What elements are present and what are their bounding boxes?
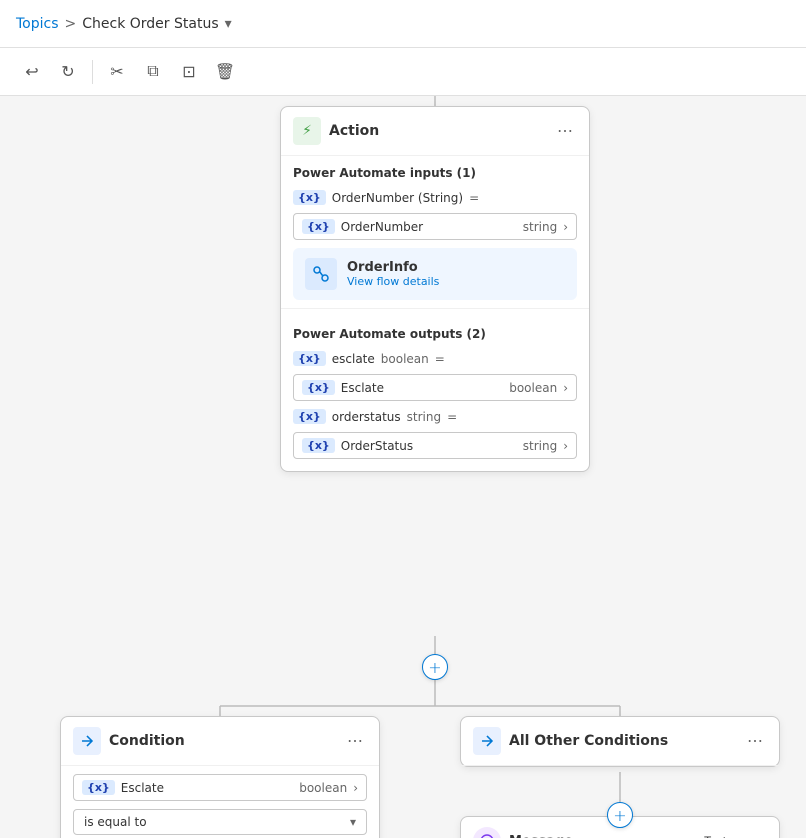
other-node-menu[interactable]: ⋯ [743,729,767,753]
delete-button[interactable]: 🗑 [209,56,241,88]
message-type-chevron: ▾ [729,834,735,838]
output-field2-name: OrderStatus [341,439,517,453]
input-param-eq: = [469,191,479,205]
message-node-header: 😊 Message Text ▾ ⋯ [473,827,767,838]
orderinfo-title: OrderInfo [347,260,439,275]
condition-operator-row[interactable]: is equal to ▾ [73,809,367,835]
condition-icon [73,727,101,755]
condition-operator-chevron: ▾ [350,815,356,829]
output-field1-row[interactable]: {x} Esclate boolean › [293,374,577,401]
output-field2-chevron: › [563,439,568,453]
output-param1-row: {x} esclate boolean = [281,347,589,370]
action-node: ⚡ Action ⋯ Power Automate inputs (1) {x}… [280,106,590,472]
input-field-row[interactable]: {x} OrderNumber string › [293,213,577,240]
input-param-badge: {x} [293,190,326,205]
other-node-title: All Other Conditions [509,733,735,749]
topbar: Topics > Check Order Status ▾ [0,0,806,48]
output-field2-row[interactable]: {x} OrderStatus string › [293,432,577,459]
action-icon: ⚡ [293,117,321,145]
input-param-name: OrderNumber (String) [332,191,463,205]
input-field-name: OrderNumber [341,220,517,234]
output-param2-eq: = [447,410,457,424]
message-node-title: Message [509,834,696,838]
toolbar-divider [92,60,93,84]
outputs-section-title: Power Automate outputs (2) [281,317,589,347]
other-node-icon [473,727,501,755]
condition-node: Condition ⋯ {x} Esclate boolean › is equ… [60,716,380,838]
output-param2-type: string [407,410,441,424]
output-param1-name: esclate [332,352,375,366]
output-field2-type: string [523,439,557,453]
condition-field-chevron: › [353,781,358,795]
condition-node-header: Condition ⋯ [61,717,379,766]
orderinfo-text: OrderInfo View flow details [347,260,439,288]
breadcrumb-separator: > [65,16,77,32]
view-flow-details-link[interactable]: View flow details [347,275,439,288]
add-in-other-conditions-button[interactable]: + [607,802,633,828]
condition-field-row[interactable]: {x} Esclate boolean › [73,774,367,801]
message-node-menu[interactable]: ⋯ [743,829,767,838]
input-field-chevron: › [563,220,568,234]
condition-node-title: Condition [109,733,335,749]
output-param2-row: {x} orderstatus string = [281,405,589,428]
output-param2-name: orderstatus [332,410,401,424]
other-node-header: All Other Conditions ⋯ [461,717,779,766]
orderinfo-icon [305,258,337,290]
input-field-badge: {x} [302,219,335,234]
condition-operator-text: is equal to [84,815,147,829]
output-field1-name: Esclate [341,381,503,395]
inputs-section-title: Power Automate inputs (1) [281,156,589,186]
other-conditions-node: All Other Conditions ⋯ [460,716,780,767]
output-field2-badge: {x} [302,438,335,453]
condition-node-menu[interactable]: ⋯ [343,729,367,753]
output-param2-badge: {x} [293,409,326,424]
action-node-header: ⚡ Action ⋯ [281,107,589,156]
output-field1-chevron: › [563,381,568,395]
topics-link[interactable]: Topics [16,16,59,32]
output-param1-badge: {x} [293,351,326,366]
orderinfo-card: OrderInfo View flow details [293,248,577,300]
section-divider [281,308,589,309]
condition-field-name: Esclate [121,781,293,795]
breadcrumb-chevron[interactable]: ▾ [225,16,232,32]
toolbar: ↩ ↻ ✂ ⧉ ⊡ 🗑 [0,48,806,96]
cut-button[interactable]: ✂ [101,56,133,88]
input-field-type: string [523,220,557,234]
output-param1-eq: = [435,352,445,366]
condition-field-type: boolean [299,781,347,795]
output-param1-type: boolean [381,352,429,366]
breadcrumb: Topics > Check Order Status ▾ [16,16,232,32]
output-field1-type: boolean [509,381,557,395]
condition-field-badge: {x} [82,780,115,795]
message-type-label: Text [704,834,726,838]
message-icon: 😊 [473,827,501,838]
action-node-menu[interactable]: ⋯ [553,119,577,143]
canvas: ⚡ Action ⋯ Power Automate inputs (1) {x}… [0,96,806,838]
copy-button[interactable]: ⧉ [137,56,169,88]
add-after-action-button[interactable]: + [422,654,448,680]
current-page-title: Check Order Status [82,16,218,32]
action-node-title: Action [329,123,545,139]
paste-button[interactable]: ⊡ [173,56,205,88]
redo-button[interactable]: ↻ [52,56,84,88]
output-field1-badge: {x} [302,380,335,395]
message-type-button[interactable]: Text ▾ [704,834,735,838]
undo-button[interactable]: ↩ [16,56,48,88]
input-param-row: {x} OrderNumber (String) = [281,186,589,209]
